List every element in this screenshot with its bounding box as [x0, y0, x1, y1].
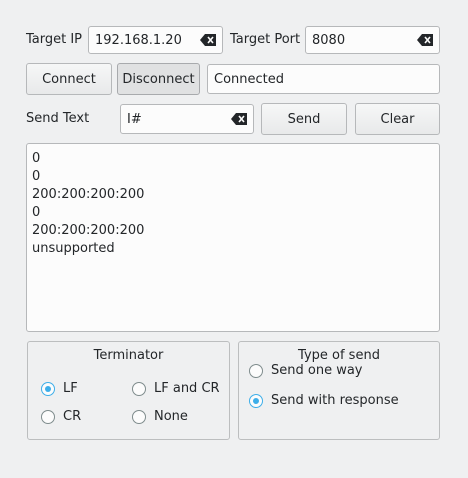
target-ip-input[interactable]: 192.168.1.20 [88, 26, 223, 54]
radio-send-one-way-label: Send one way [271, 363, 362, 378]
disconnect-button[interactable]: Disconnect [117, 63, 200, 95]
radio-cr-label: CR [63, 409, 82, 424]
target-ip-value: 192.168.1.20 [95, 32, 182, 48]
send-type-group: Type of send Send one way Send with resp… [238, 341, 440, 440]
terminator-group: Terminator LF LF and CR CR None [27, 341, 230, 440]
output-line: 200:200:200:200 [32, 187, 145, 202]
radio-none[interactable]: None [132, 409, 188, 424]
target-ip-label: Target IP [26, 32, 83, 47]
radio-cr[interactable]: CR [41, 409, 81, 424]
radio-lf[interactable]: LF [41, 381, 78, 396]
clear-send-text-icon[interactable] [231, 113, 247, 125]
radio-lf-label: LF [63, 381, 78, 396]
connect-button[interactable]: Connect [26, 63, 112, 95]
radio-lf-and-cr-label: LF and CR [154, 381, 220, 396]
radio-none-indicator [132, 409, 146, 424]
radio-send-with-response-indicator [249, 393, 263, 408]
send-button[interactable]: Send [261, 103, 347, 135]
clear-button[interactable]: Clear [355, 103, 440, 135]
radio-send-one-way[interactable]: Send one way [249, 363, 362, 378]
radio-lf-and-cr[interactable]: LF and CR [132, 381, 220, 396]
send-text-input[interactable]: I# [120, 104, 254, 134]
target-port-input[interactable]: 8080 [305, 26, 440, 54]
clear-port-icon[interactable] [417, 34, 433, 46]
connection-status-field: Connected [207, 64, 440, 94]
connection-status-text: Connected [214, 71, 285, 87]
output-line: 0 [32, 151, 41, 166]
output-textarea[interactable]: 0 0 200:200:200:200 0 200:200:200:200 un… [26, 143, 440, 332]
radio-none-label: None [154, 409, 188, 424]
output-line: 0 [32, 169, 41, 184]
radio-send-with-response[interactable]: Send with response [249, 393, 399, 408]
output-line: 200:200:200:200 [32, 223, 145, 238]
target-port-value: 8080 [312, 32, 346, 48]
radio-lf-and-cr-indicator [132, 381, 146, 396]
radio-send-one-way-indicator [249, 363, 263, 378]
terminator-title: Terminator [93, 348, 164, 363]
target-port-label: Target Port [230, 32, 301, 47]
radio-lf-indicator [41, 381, 55, 396]
clear-ip-icon[interactable] [200, 34, 216, 46]
send-text-label: Send Text [26, 111, 90, 126]
radio-send-with-response-label: Send with response [271, 393, 399, 408]
output-line: 0 [32, 205, 41, 220]
output-line: unsupported [32, 241, 115, 256]
send-text-value: I# [127, 111, 142, 127]
radio-cr-indicator [41, 409, 55, 424]
